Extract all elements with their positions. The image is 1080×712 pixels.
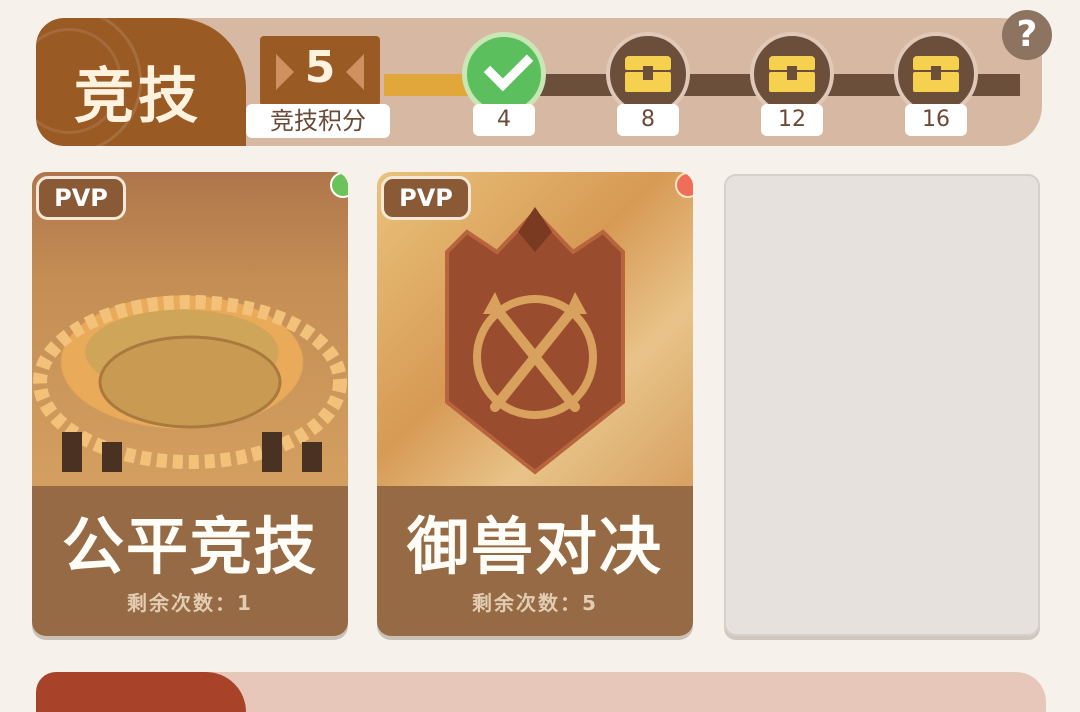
arena-score-value: 5 [304,42,336,93]
next-section-header [36,672,1046,712]
next-section-tab [36,672,246,712]
pvp-tag: PVP [36,176,126,220]
mode-card-fair-arena[interactable]: 公平竞技 剩余次数：1 PVP [32,172,348,636]
arena-score-badge: 5 [260,36,380,106]
arena-header: 竞技 5 竞技积分 4 8 12 16 [36,18,1042,146]
milestone-label: 8 [617,104,679,136]
mode-card-beast-duel[interactable]: 御兽对决 剩余次数：5 PVP [377,172,693,636]
help-button[interactable]: ? [1002,10,1052,60]
remaining-attempts: 剩余次数：5 [472,591,598,615]
crossed-spears-shield-illustration [377,172,693,492]
milestone-label: 4 [473,104,535,136]
card-title: 公平竞技 [61,510,318,583]
chest-icon [769,56,815,92]
header-tab: 竞技 [36,18,246,146]
mode-card-empty [724,174,1040,636]
page-title: 竞技 [74,62,202,132]
shield-icon [445,207,625,475]
check-icon [483,41,534,92]
remaining-attempts: 剩余次数：1 [127,591,253,615]
chest-icon [625,56,671,92]
milestone-label: 16 [905,104,967,136]
arena-illustration [32,172,348,492]
milestone-label: 12 [761,104,823,136]
arena-score-label: 竞技积分 [246,104,390,138]
card-title: 御兽对决 [406,510,663,583]
pvp-tag: PVP [381,176,471,220]
chest-icon [913,56,959,92]
arena-ring-art [33,295,347,472]
